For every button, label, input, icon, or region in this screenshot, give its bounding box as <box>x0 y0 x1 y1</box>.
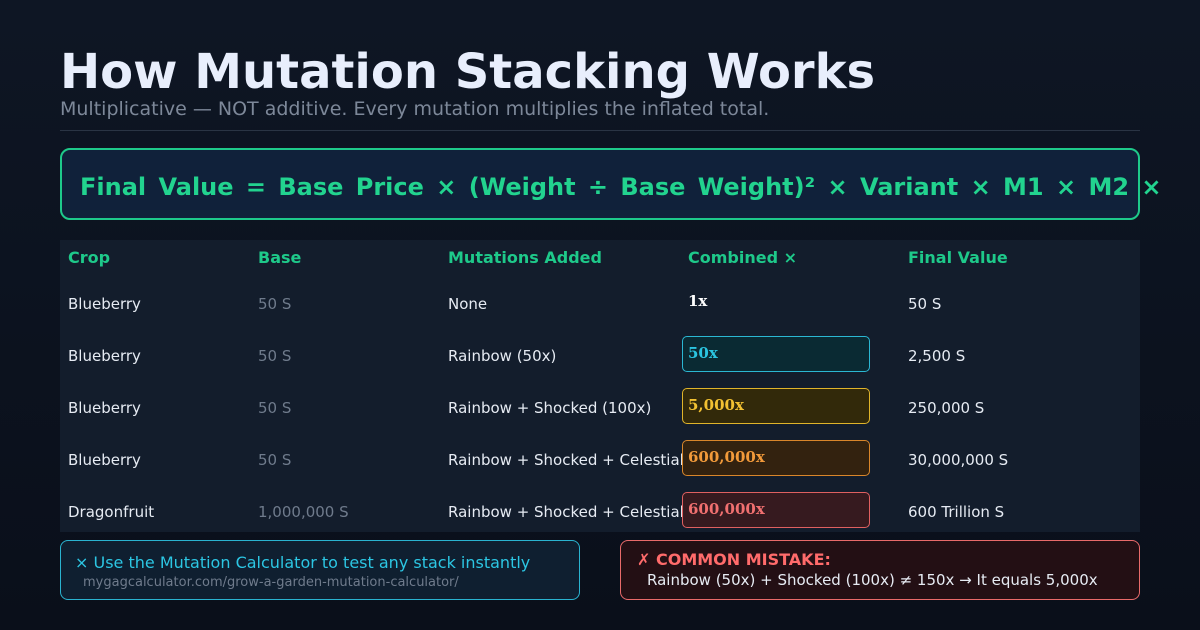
calculator-tip-box: × Use the Mutation Calculator to test an… <box>60 540 580 600</box>
page-subtitle: Multiplicative — NOT additive. Every mut… <box>60 98 770 120</box>
combined-multiplier-badge: 5,000x <box>682 388 870 424</box>
formula-box: Final Value = Base Price × (Weight ÷ Bas… <box>60 148 1162 220</box>
crop-cell: Blueberry <box>68 399 141 417</box>
combined-multiplier-badge: 600,000x <box>682 492 870 528</box>
calculator-tip-text: × Use the Mutation Calculator to test an… <box>75 553 531 572</box>
crop-cell: Blueberry <box>68 451 141 469</box>
header-divider <box>60 130 1140 131</box>
final-value-cell: 250,000 S <box>908 399 985 417</box>
combined-multiplier-badge: 600,000x <box>682 440 870 476</box>
page-title: How Mutation Stacking Works <box>60 44 876 100</box>
base-cell: 50 S <box>258 347 292 365</box>
table-row: Blueberry 50 S Rainbow (50x) 50x 2,500 S <box>60 332 1140 384</box>
final-value-cell: 2,500 S <box>908 347 966 365</box>
header-base: Base <box>258 248 302 267</box>
base-cell: 50 S <box>258 451 292 469</box>
header-mutations: Mutations Added <box>448 248 602 267</box>
base-cell: 1,000,000 S <box>258 503 349 521</box>
mutations-cell: None <box>448 295 488 313</box>
final-value-cell: 600 Trillion S <box>908 503 1005 521</box>
calculator-url: mygagcalculator.com/grow-a-garden-mutati… <box>83 575 459 590</box>
header-combined: Combined × <box>688 248 798 267</box>
crop-cell: Blueberry <box>68 295 141 313</box>
combined-multiplier-badge: 50x <box>682 336 870 372</box>
formula-text: Final Value = Base Price × (Weight ÷ Bas… <box>80 173 1162 201</box>
base-cell: 50 S <box>258 399 292 417</box>
mutations-cell: Rainbow + Shocked (100x) <box>448 399 652 417</box>
table-row: Blueberry 50 S Rainbow + Shocked + Celes… <box>60 436 1140 488</box>
base-cell: 50 S <box>258 295 292 313</box>
table-row: Blueberry 50 S None 1x 50 S <box>60 280 1140 332</box>
common-mistake-box: ✗ COMMON MISTAKE: Rainbow (50x) + Shocke… <box>620 540 1140 600</box>
table-row: Blueberry 50 S Rainbow + Shocked (100x) … <box>60 384 1140 436</box>
final-value-cell: 30,000,000 S <box>908 451 1009 469</box>
mutations-cell: Rainbow (50x) <box>448 347 557 365</box>
table-row: Dragonfruit 1,000,000 S Rainbow + Shocke… <box>60 488 1140 540</box>
common-mistake-title: ✗ COMMON MISTAKE: <box>637 550 831 569</box>
crop-cell: Blueberry <box>68 347 141 365</box>
header-crop: Crop <box>68 248 111 267</box>
mutations-cell: Rainbow + Shocked + Celestial <box>448 503 684 521</box>
crop-cell: Dragonfruit <box>68 503 155 521</box>
common-mistake-text: Rainbow (50x) + Shocked (100x) ≠ 150x → … <box>647 571 1098 589</box>
header-final-value: Final Value <box>908 248 1008 267</box>
combined-multiplier-badge: 1x <box>688 292 708 310</box>
mutation-table: Crop Base Mutations Added Combined × Fin… <box>60 240 1140 532</box>
final-value-cell: 50 S <box>908 295 942 313</box>
